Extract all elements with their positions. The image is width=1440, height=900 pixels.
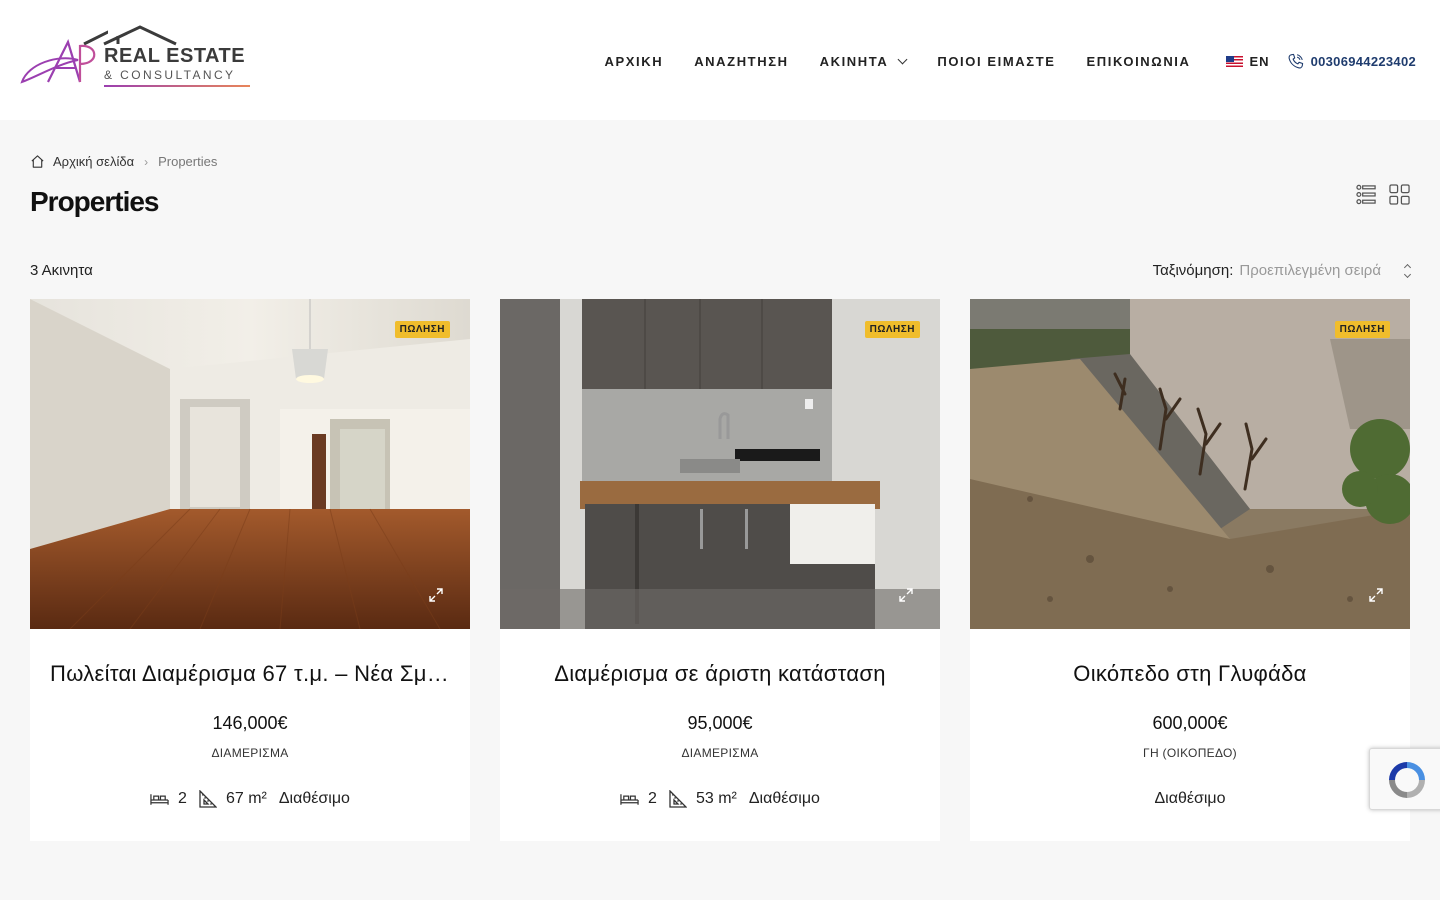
status-badge: ΠΩΛΗΣΗ	[394, 321, 450, 338]
us-flag-icon	[1225, 55, 1243, 67]
logo-monogram-icon	[20, 30, 108, 84]
kitchen-photo	[500, 299, 940, 629]
area-feature: 67 m²	[199, 790, 267, 808]
phone-icon	[1288, 53, 1303, 68]
property-price: 600,000€	[1152, 713, 1228, 733]
bed-icon	[150, 794, 169, 805]
nav-item-home[interactable]: ΑΡΧΙΚΗ	[604, 54, 663, 69]
recaptcha-badge[interactable]	[1369, 748, 1440, 810]
logo-underline	[104, 85, 250, 87]
property-title[interactable]: Οικόπεδο στη Γλυφάδα	[990, 661, 1390, 687]
expand-icon[interactable]	[1368, 587, 1384, 603]
property-card[interactable]: ΠΩΛΗΣΗ Οικόπεδο στη Γλυφάδα 600,000€ ΓΗ …	[970, 299, 1410, 841]
property-type: ΔΙΑΜΕΡΙΣΜΑ	[681, 746, 759, 760]
logo-text-secondary: & CONSULTANCY	[104, 68, 236, 82]
status-badge: ΠΩΛΗΣΗ	[1334, 321, 1390, 338]
property-price: 146,000€	[212, 713, 288, 733]
list-view-icon[interactable]	[1356, 184, 1377, 205]
area-value: 67 m²	[225, 790, 267, 807]
land-plot-photo	[970, 299, 1410, 629]
property-image[interactable]: ΠΩΛΗΣΗ	[30, 299, 470, 629]
nav-item-properties[interactable]: ΑΚΙΝΗΤΑ	[819, 53, 908, 69]
language-label: EN	[1249, 53, 1270, 69]
apartment-photo	[30, 299, 470, 629]
property-title[interactable]: Πωλείται Διαμέρισμα 67 τ.μ. – Νέα Σμύρνη	[50, 661, 450, 687]
sort-label: Ταξινόμηση:	[1152, 262, 1234, 279]
bedrooms-count: 2	[648, 790, 657, 807]
bedrooms-feature: 2	[620, 790, 657, 808]
logo-text-primary: REAL ESTATE	[104, 45, 246, 67]
chevron-down-icon	[897, 54, 908, 64]
property-title[interactable]: Διαμέρισμα σε άριστη κατάσταση	[520, 661, 920, 687]
availability-feature: Διαθέσιμο	[279, 790, 350, 808]
availability-feature: Διαθέσιμο	[749, 790, 820, 808]
property-image[interactable]: ΠΩΛΗΣΗ	[970, 299, 1410, 629]
property-image[interactable]: ΠΩΛΗΣΗ	[500, 299, 940, 629]
phone-number: 00306944223402	[1310, 53, 1416, 69]
logo-roof-icon	[103, 25, 177, 46]
availability-status: Διαθέσιμο	[1154, 790, 1226, 807]
bedrooms-count: 2	[178, 790, 187, 807]
recaptcha-icon	[1389, 762, 1425, 798]
nav-item-search[interactable]: ΑΝΑΖΗΤΗΣΗ	[694, 54, 788, 69]
area-feature: 53 m²	[669, 790, 737, 808]
phone-link[interactable]: 00306944223402	[1286, 52, 1416, 71]
area-icon	[199, 790, 217, 808]
nav-item-properties-label: ΑΚΙΝΗΤΑ	[819, 53, 889, 69]
nav-item-about[interactable]: ΠΟΙΟΙ ΕΙΜΑΣΤΕ	[937, 54, 1055, 69]
property-type: ΓΗ (ΟΙΚΟΠΕΔΟ)	[1143, 746, 1237, 760]
site-header: REAL ESTATE & CONSULTANCY ΑΡΧΙΚΗ ΑΝΑΖΗΤΗ…	[0, 0, 1440, 120]
property-card[interactable]: ΠΩΛΗΣΗ Διαμέρισμα σε άριστη κατάσταση 95…	[500, 299, 940, 841]
property-features: 2 53 m² Διαθέσιμο	[500, 790, 940, 808]
breadcrumb-current: Properties	[158, 154, 218, 169]
property-features: 2 67 m² Διαθέσιμο	[30, 790, 470, 808]
language-switcher[interactable]: EN	[1225, 53, 1270, 69]
property-price: 95,000€	[687, 713, 753, 733]
property-card[interactable]: ΠΩΛΗΣΗ Πωλείται Διαμέρισμα 67 τ.μ. – Νέα…	[30, 299, 470, 841]
area-icon	[669, 790, 687, 808]
sort-value: Προεπιλεγμένη σειρά	[1239, 262, 1381, 279]
home-icon	[31, 155, 44, 168]
results-count: 3 Ακινητα	[30, 262, 93, 279]
nav-item-contact[interactable]: ΕΠΙΚΟΙΝΩΝΙΑ	[1087, 54, 1191, 69]
breadcrumb-home-link[interactable]: Αρχική σελίδα	[53, 154, 134, 169]
bedrooms-feature: 2	[150, 790, 187, 808]
breadcrumb: Αρχική σελίδα › Properties	[30, 154, 217, 169]
sort-arrows-icon	[1403, 263, 1412, 278]
property-features: Διαθέσιμο	[970, 790, 1410, 808]
main-nav: ΑΡΧΙΚΗ ΑΝΑΖΗΤΗΣΗ ΑΚΙΝΗΤΑ ΠΟΙΟΙ ΕΙΜΑΣΤΕ Ε…	[604, 52, 1416, 70]
expand-icon[interactable]	[428, 587, 444, 603]
availability-feature: Διαθέσιμο	[1154, 790, 1225, 808]
availability-status: Διαθέσιμο	[748, 790, 820, 807]
property-type: ΔΙΑΜΕΡΙΣΜΑ	[211, 746, 289, 760]
site-logo[interactable]: REAL ESTATE & CONSULTANCY	[18, 24, 258, 90]
grid-view-icon[interactable]	[1389, 184, 1410, 205]
page-title: Properties	[30, 186, 159, 217]
area-value: 53 m²	[695, 790, 737, 807]
availability-status: Διαθέσιμο	[278, 790, 350, 807]
bed-icon	[620, 794, 639, 805]
sort-select[interactable]: Ταξινόμηση: Προεπιλεγμένη σειρά	[1152, 262, 1412, 279]
chevron-right-icon: ›	[144, 154, 149, 169]
status-badge: ΠΩΛΗΣΗ	[864, 321, 920, 338]
expand-icon[interactable]	[898, 587, 914, 603]
view-mode-toggle	[1356, 184, 1410, 205]
